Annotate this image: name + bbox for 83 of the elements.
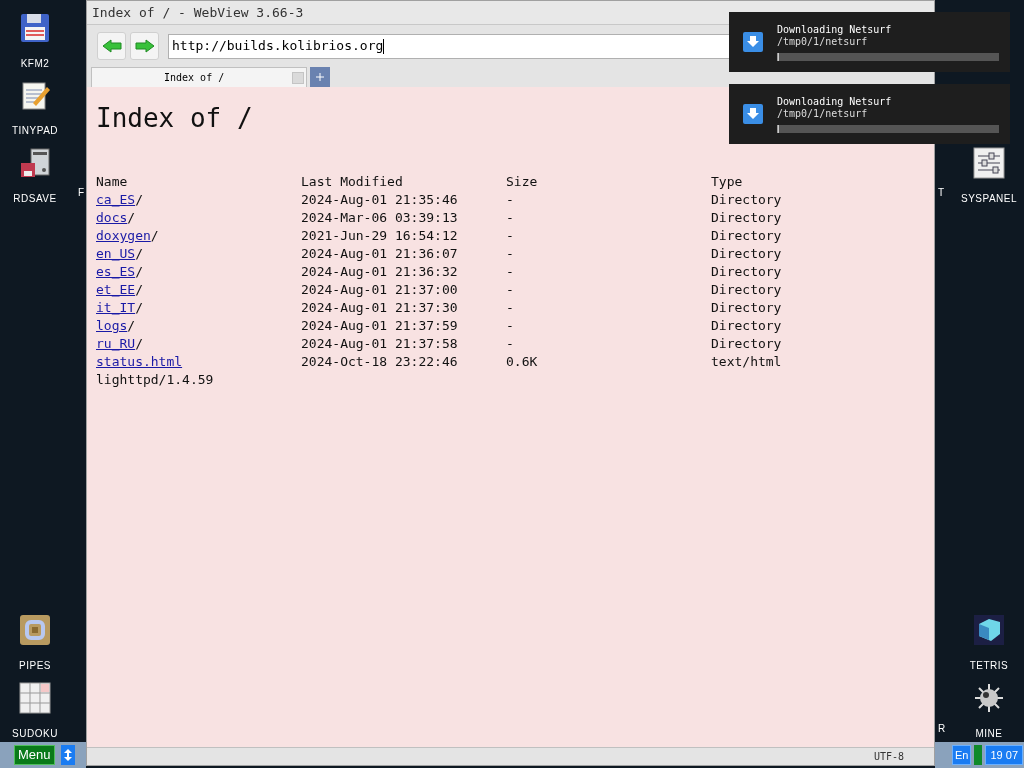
icon-label[interactable]: PIPES [19,660,51,672]
back-arrow-icon [101,39,122,53]
file-link[interactable]: en_US/ [96,244,143,264]
icon-label[interactable]: TINYPAD [11,125,59,137]
clock: 19 07 [985,745,1023,765]
sliders-icon[interactable] [973,147,1005,179]
icon-label[interactable]: F [78,187,85,199]
file-link[interactable]: docs/ [96,208,136,228]
pipe-tile-icon[interactable] [19,614,51,646]
file-link[interactable]: it_IT/ [96,298,143,318]
back-button[interactable] [97,32,126,60]
forward-button[interactable] [130,32,159,60]
notification-path: /tmp0/1/netsurf [777,107,869,120]
file-link[interactable]: ca_ES/ [96,190,143,210]
up-down-arrow-icon [63,749,72,761]
table-cell-text: 2021-Jun-29 16:54:12 [301,227,459,246]
language-indicator[interactable]: En [952,745,972,765]
table-cell-text: - [506,281,515,300]
table-cell-text: text/html [711,353,783,372]
download-icon [743,104,763,124]
notification-title: Downloading Netsurf [777,95,893,108]
block-cube-icon[interactable] [973,614,1005,646]
file-link[interactable]: status.html [96,352,183,372]
notepad-pencil-icon[interactable] [19,79,51,111]
plus-icon [316,73,324,81]
switch-button[interactable] [60,745,75,765]
table-cell-text: 2024-Aug-01 21:37:58 [301,335,459,354]
table-cell-text: 2024-Mar-06 03:39:13 [301,209,459,228]
table-cell-text: - [506,209,515,228]
disk-computer-icon[interactable] [19,147,51,179]
table-cell-text: Directory [711,209,783,228]
table-cell-text: - [506,317,515,336]
column-header: Size [506,173,539,192]
file-link[interactable]: es_ES/ [96,262,143,282]
window-title: Index of / - WebView 3.66-3 [92,3,304,22]
file-link[interactable]: logs/ [96,316,136,336]
icon-label[interactable]: T [938,187,945,199]
file-link[interactable]: doxygen/ [96,226,159,246]
download-icon [743,32,763,52]
icon-label[interactable]: RDSAVE [13,193,57,205]
table-cell-text: Directory [711,317,783,336]
encoding-label: UTF-8 [874,750,906,764]
table-cell-text: 2024-Aug-01 21:35:46 [301,191,459,210]
table-cell-text: 2024-Aug-01 21:36:07 [301,245,459,264]
table-cell-text: - [506,335,515,354]
icon-label[interactable]: MINE [975,728,1003,740]
table-cell-text: Directory [711,299,783,318]
table-cell-text: 2024-Aug-01 21:37:30 [301,299,459,318]
table-cell-text: Directory [711,263,783,282]
table-cell-text: - [506,299,515,318]
icon-label[interactable]: R [938,723,946,735]
activity-bar [974,745,983,765]
menu-button[interactable]: Menu [14,745,55,765]
page-heading: Index of / [96,102,253,135]
browser-tab[interactable]: Index of / [91,67,307,87]
table-cell-text: 2024-Aug-01 21:37:59 [301,317,459,336]
file-link[interactable]: ru_RU/ [96,334,143,354]
icon-label[interactable]: SUDOKU [12,728,58,740]
file-link[interactable]: et_EE/ [96,280,143,300]
notification-title: Downloading Netsurf [777,23,893,36]
table-cell-text: 2024-Aug-01 21:36:32 [301,263,459,282]
table-cell-text: - [506,245,515,264]
server-signature: lighttpd/1.4.59 [96,371,215,389]
table-cell-text: - [506,191,515,210]
icon-label[interactable]: KFM2 [20,58,50,70]
table-cell-text: Directory [711,227,783,246]
table-cell-text: 2024-Aug-01 21:37:00 [301,281,459,300]
table-cell-text: Directory [711,191,783,210]
icon-label[interactable]: TETRIS [969,660,1009,672]
table-cell-text: - [506,227,515,246]
icon-label[interactable]: SYSPANEL [960,193,1018,205]
table-cell-text: Directory [711,335,783,354]
column-header: Name [96,173,129,192]
table-cell-text: 2024-Oct-18 23:22:46 [301,353,459,372]
forward-arrow-icon [134,39,155,53]
number-grid-icon[interactable] [19,682,51,714]
column-header: Last Modified [301,173,404,192]
table-cell-text: - [506,263,515,282]
table-cell-text: Directory [711,281,783,300]
mine-icon[interactable] [973,682,1005,714]
table-cell-text: 0.6K [506,353,539,372]
column-header: Type [711,173,744,192]
table-cell-text: Directory [711,245,783,264]
